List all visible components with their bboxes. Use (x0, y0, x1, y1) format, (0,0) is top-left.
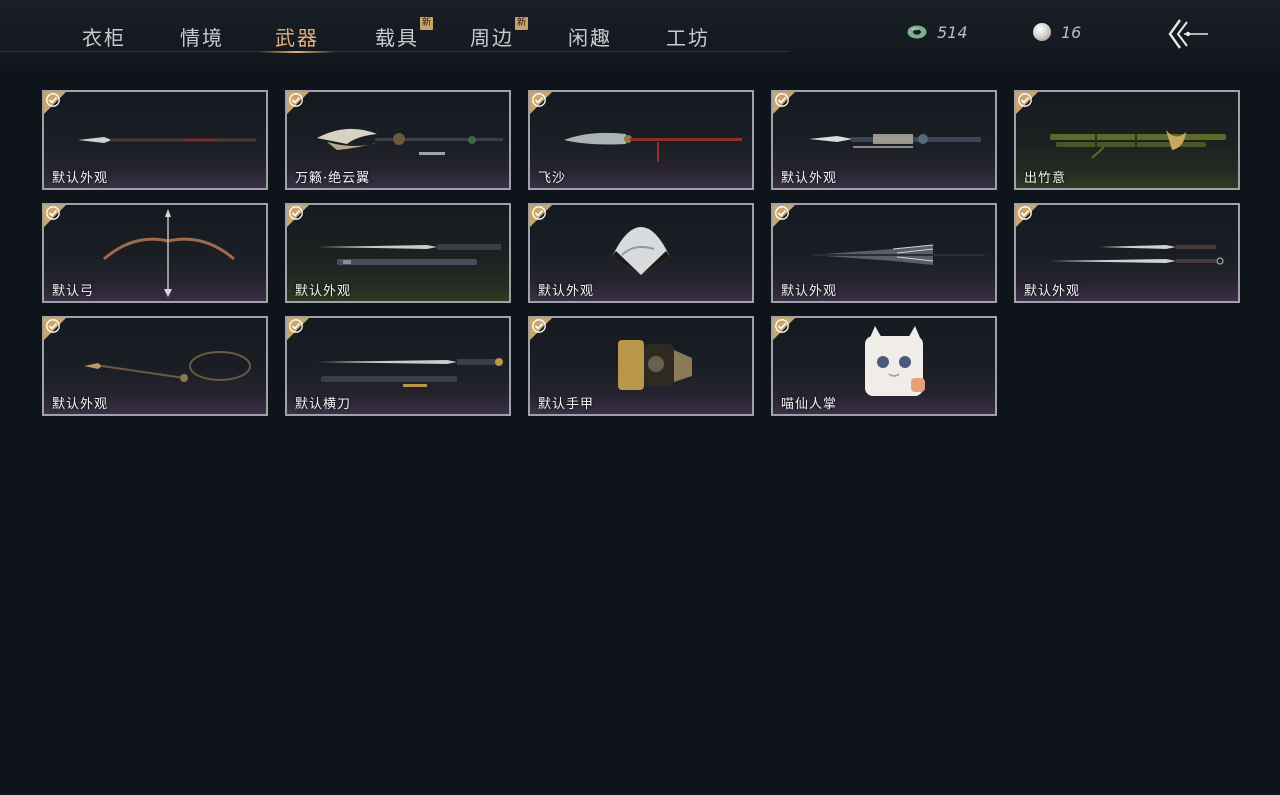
back-arrow-icon[interactable] (1164, 16, 1210, 52)
tab-workshop[interactable]: 工坊 (666, 22, 710, 51)
item-label: 默认外观 (1024, 284, 1081, 299)
checkmark-icon (289, 93, 303, 107)
weapon-card[interactable]: 默认外观 (771, 203, 997, 303)
item-label: 默认外观 (52, 397, 109, 412)
weapon-card[interactable]: 默认外观 (1014, 203, 1240, 303)
tab-peripherals[interactable]: 周边新 (470, 17, 528, 51)
checkmark-icon (46, 206, 60, 220)
weapon-card[interactable]: 默认外观 (42, 316, 268, 416)
checkmark-icon (1018, 93, 1032, 107)
pearl-icon (1033, 23, 1051, 41)
item-label: 默认横刀 (295, 397, 352, 412)
category-tabs: 衣柜 情境 武器 载具新 周边新 闲趣 工坊 (60, 14, 790, 56)
active-tab-underline (258, 51, 336, 53)
tab-scenes[interactable]: 情境 (180, 22, 224, 51)
item-label: 默认外观 (295, 284, 352, 299)
pearl-value: 16 (1061, 22, 1082, 42)
tabs-divider (0, 51, 790, 52)
weapon-card[interactable]: 默认外观 (771, 90, 997, 190)
item-label: 出竹意 (1024, 171, 1067, 186)
checkmark-icon (532, 206, 546, 220)
checkmark-icon (1018, 206, 1032, 220)
checkmark-icon (775, 93, 789, 107)
weapon-card[interactable]: 飞沙 (528, 90, 754, 190)
jade-coin-icon (907, 25, 927, 39)
weapon-card[interactable]: 喵仙人掌 (771, 316, 997, 416)
tab-weapons[interactable]: 武器 (275, 22, 319, 51)
item-label: 喵仙人掌 (781, 397, 838, 412)
weapon-card[interactable]: 默认手甲 (528, 316, 754, 416)
top-bar: 衣柜 情境 武器 载具新 周边新 闲趣 工坊 514 16 (0, 0, 1280, 74)
jade-coin-currency: 514 (907, 22, 968, 42)
item-label: 默认手甲 (538, 397, 595, 412)
item-label: 默认外观 (781, 171, 838, 186)
checkmark-icon (532, 93, 546, 107)
tab-leisure[interactable]: 闲趣 (568, 22, 612, 51)
new-badge: 新 (515, 17, 528, 30)
weapon-card[interactable]: 默认横刀 (285, 316, 511, 416)
weapon-card[interactable]: 万籁·绝云翼 (285, 90, 511, 190)
weapon-card[interactable]: 默认弓 (42, 203, 268, 303)
item-label: 默认外观 (538, 284, 595, 299)
jade-coin-value: 514 (937, 22, 968, 42)
weapon-card[interactable]: 出竹意 (1014, 90, 1240, 190)
weapon-card[interactable]: 默认外观 (285, 203, 511, 303)
checkmark-icon (46, 319, 60, 333)
item-label: 飞沙 (538, 171, 567, 186)
checkmark-icon (532, 319, 546, 333)
pearl-currency: 16 (1033, 22, 1081, 42)
checkmark-icon (289, 319, 303, 333)
checkmark-icon (775, 319, 789, 333)
checkmark-icon (46, 93, 60, 107)
new-badge: 新 (420, 17, 433, 30)
item-label: 默认外观 (52, 171, 109, 186)
item-label: 万籁·绝云翼 (295, 171, 371, 186)
checkmark-icon (289, 206, 303, 220)
item-label: 默认外观 (781, 284, 838, 299)
tab-mounts[interactable]: 载具新 (375, 17, 433, 51)
checkmark-icon (775, 206, 789, 220)
weapon-card[interactable]: 默认外观 (42, 90, 268, 190)
tab-wardrobe[interactable]: 衣柜 (82, 22, 126, 51)
weapon-card[interactable]: 默认外观 (528, 203, 754, 303)
item-label: 默认弓 (52, 284, 95, 299)
